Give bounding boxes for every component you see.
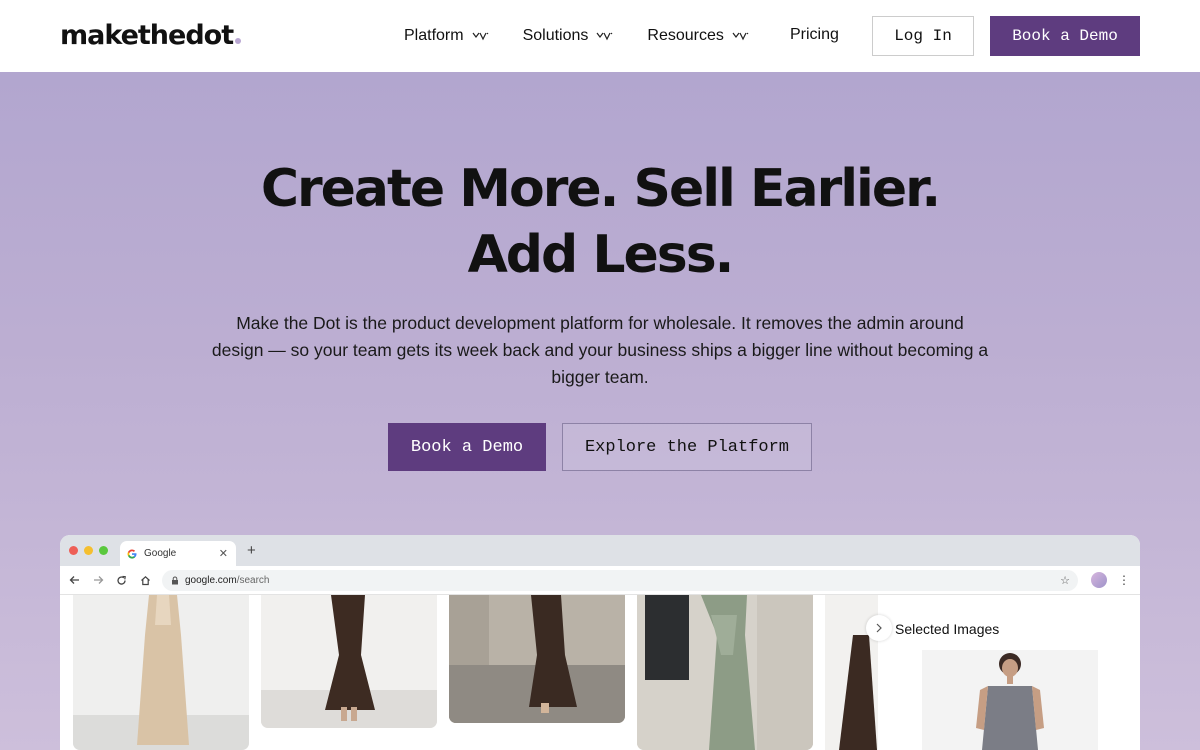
home-icon[interactable] xyxy=(138,573,152,587)
tab-title: Google xyxy=(144,548,177,559)
nav-menu: Platform Solutions Resources xyxy=(404,24,783,48)
back-arrow-icon[interactable] xyxy=(67,573,81,587)
address-bar[interactable]: google.com/search ☆ xyxy=(162,570,1078,591)
hero-title-line-2: Add Less. xyxy=(467,225,735,285)
url-path: /search xyxy=(236,575,270,586)
nav-item-label: Platform xyxy=(404,27,464,44)
hero-section: Create More. Sell Earlier. Add Less. Mak… xyxy=(0,72,1200,750)
book-demo-button[interactable]: Book a Demo xyxy=(990,16,1140,56)
result-image[interactable] xyxy=(73,595,249,750)
search-results-area: Selected Images xyxy=(60,595,1140,750)
result-image[interactable] xyxy=(449,595,625,723)
browser-toolbar: google.com/search ☆ ⋮ xyxy=(60,566,1140,595)
chevron-right-icon[interactable] xyxy=(866,615,892,641)
hero-book-demo-button[interactable]: Book a Demo xyxy=(388,423,546,471)
logo-text: makethedot xyxy=(60,20,234,51)
menu-kebab-icon[interactable]: ⋮ xyxy=(1118,572,1130,588)
logo[interactable]: makethedot xyxy=(60,20,242,52)
top-navigation: makethedot Platform Solutions Resources … xyxy=(0,0,1200,72)
selected-image[interactable] xyxy=(922,650,1098,750)
new-tab-icon[interactable]: + xyxy=(247,542,256,559)
chevron-down-icon xyxy=(732,31,749,41)
browser-mockup: Google ✕ + google.com/search ☆ ⋮ Selecte… xyxy=(60,535,1140,750)
nav-item-label: Solutions xyxy=(522,27,589,44)
result-image[interactable] xyxy=(261,595,437,728)
street-dress-photo xyxy=(449,595,625,723)
profile-avatar[interactable] xyxy=(1091,572,1107,588)
maximize-window-icon xyxy=(99,546,108,555)
nav-item-solutions[interactable]: Solutions xyxy=(523,27,614,45)
forward-arrow-icon[interactable] xyxy=(91,573,105,587)
nav-item-platform[interactable]: Platform xyxy=(404,27,489,45)
reload-icon[interactable] xyxy=(114,573,128,587)
login-button[interactable]: Log In xyxy=(872,16,974,56)
browser-tab: Google ✕ xyxy=(120,541,236,566)
nav-item-label: Resources xyxy=(647,27,724,44)
bookmark-star-icon[interactable]: ☆ xyxy=(1060,574,1070,587)
browser-tab-bar: Google ✕ + xyxy=(60,535,1140,566)
hero-subtitle: Make the Dot is the product development … xyxy=(211,313,989,387)
logo-dot xyxy=(235,38,242,44)
lock-icon xyxy=(172,576,178,585)
selected-model-photo xyxy=(922,650,1098,750)
result-image[interactable] xyxy=(637,595,813,750)
nav-item-pricing[interactable]: Pricing xyxy=(790,26,839,44)
chevron-down-icon xyxy=(472,31,489,41)
nav-item-resources[interactable]: Resources xyxy=(647,27,749,45)
minimize-window-icon xyxy=(84,546,93,555)
selected-images-title: Selected Images xyxy=(895,621,1000,637)
sage-dress-photo xyxy=(637,595,813,750)
chevron-down-icon xyxy=(596,31,613,41)
close-tab-icon[interactable]: ✕ xyxy=(219,547,228,560)
google-icon xyxy=(127,549,137,559)
hero-title-line-1: Create More. Sell Earlier. xyxy=(260,159,941,219)
explore-platform-button[interactable]: Explore the Platform xyxy=(562,423,812,471)
close-window-icon xyxy=(69,546,78,555)
brown-skirt-photo xyxy=(261,595,437,728)
url-host: google.com xyxy=(185,575,237,586)
hero-title: Create More. Sell Earlier. Add Less. xyxy=(0,156,1200,288)
beige-dress-photo xyxy=(73,595,249,750)
